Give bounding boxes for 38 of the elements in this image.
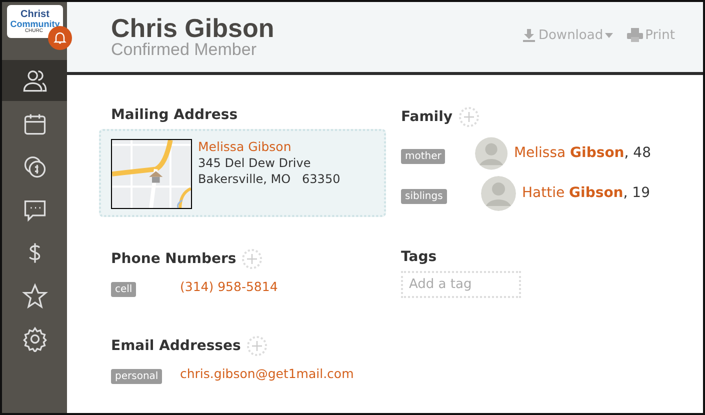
print-button[interactable]: Print [627, 27, 675, 43]
printer-icon [627, 28, 644, 42]
nav-item[interactable] [2, 60, 67, 101]
address-card[interactable]: Melissa Gibson 345 Del Dew Drive Bakersville, MO 63350 [99, 129, 386, 217]
coins-icon [22, 154, 48, 180]
avatar-icon [481, 176, 516, 210]
section-title: Email Addresses [111, 338, 241, 354]
section-title: Tags [401, 249, 437, 265]
relation-tag: siblings [401, 188, 447, 204]
member-age: , 19 [623, 185, 650, 201]
family-member-link[interactable]: Melissa Gibson [514, 145, 624, 161]
plus-icon [464, 112, 474, 122]
section-title: Mailing Address [111, 107, 238, 123]
download-button[interactable]: Download [522, 27, 614, 43]
people-icon [22, 68, 48, 94]
email-link[interactable]: chris.gibson@get1mail.com [180, 366, 354, 381]
street-address: 345 Del Dew Drive [198, 156, 312, 170]
member-status: Confirmed Member [111, 41, 258, 58]
download-icon [522, 28, 536, 42]
city-address: Bakersville, MO 63350 [198, 172, 340, 186]
phone-link[interactable]: (314) 958-5814 [180, 279, 278, 294]
plus-icon [252, 341, 262, 351]
tag-input-field[interactable]: Add a tag [401, 271, 521, 298]
bell-icon [53, 31, 67, 45]
avatar-icon [475, 136, 508, 170]
email-type-tag: personal [111, 369, 162, 384]
phone-type-tag: cell [111, 282, 136, 297]
section-title: Family [401, 109, 453, 125]
plus-icon [247, 254, 258, 264]
caret-icon [605, 32, 614, 38]
recipient-link[interactable]: Melissa Gibson [198, 139, 340, 154]
section-title: Phone Numbers [111, 251, 236, 267]
member-name: Chris Gibson [111, 15, 274, 41]
family-member-link[interactable]: Hattie Gibson [522, 185, 624, 201]
star-icon [22, 282, 48, 308]
member-age: , 48 [624, 145, 651, 161]
relation-tag: mother [401, 148, 446, 164]
settings-icon [22, 326, 48, 352]
